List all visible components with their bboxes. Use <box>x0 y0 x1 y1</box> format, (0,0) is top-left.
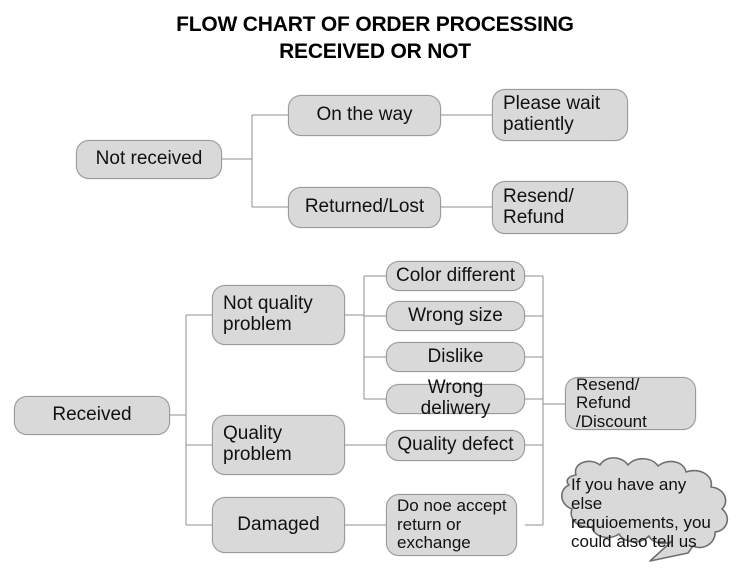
node-label: Dislike <box>427 345 484 367</box>
node-resend-refund-discount[interactable]: Resend/ Refund /Discount <box>565 374 696 431</box>
node-label: Resend/ Refund /Discount <box>576 374 647 431</box>
node-received[interactable]: Received <box>14 396 170 435</box>
page-title: FLOW CHART OF ORDER PROCESSING RECEIVED … <box>0 12 750 66</box>
node-wrong-deliwery[interactable]: Wrong deliwery <box>386 378 525 419</box>
node-label: Do noe accept return or exchange <box>397 496 507 553</box>
node-label: Color different <box>396 264 515 286</box>
node-label: Resend/ Refund <box>503 185 574 228</box>
node-label: Not quality problem <box>223 293 313 335</box>
node-label: Returned/Lost <box>304 196 425 218</box>
node-label: On the way <box>316 104 413 126</box>
callout-bubble[interactable]: If you have any else requioements, you c… <box>552 457 748 565</box>
node-not-received[interactable]: Not received <box>76 140 222 179</box>
node-returned-lost[interactable]: Returned/Lost <box>288 187 441 228</box>
node-label: Quality problem <box>223 423 292 465</box>
node-not-quality-problem[interactable]: Not quality problem <box>212 285 345 345</box>
node-resend-refund[interactable]: Resend/ Refund <box>492 181 628 234</box>
node-label: Please wait patiently <box>503 93 601 135</box>
node-label: Received <box>52 404 132 426</box>
node-wrong-size[interactable]: Wrong size <box>386 301 525 331</box>
node-quality-problem[interactable]: Quality problem <box>212 415 345 475</box>
node-label: Not received <box>95 148 203 170</box>
node-quality-defect[interactable]: Quality defect <box>386 430 525 461</box>
node-label: Damaged <box>237 513 320 535</box>
title-line-1: FLOW CHART OF ORDER PROCESSING <box>176 13 574 36</box>
flowchart-canvas: FLOW CHART OF ORDER PROCESSING RECEIVED … <box>0 0 750 570</box>
node-label: Wrong deliwery <box>420 377 491 419</box>
callout-text: If you have any else requioements, you c… <box>571 475 711 552</box>
node-do-noe-accept-return-or-exchange[interactable]: Do noe accept return or exchange <box>386 494 517 556</box>
node-label: Quality defect <box>397 434 514 456</box>
node-damaged[interactable]: Damaged <box>212 497 345 553</box>
title-line-2: RECEIVED OR NOT <box>279 39 471 63</box>
node-please-wait-patiently[interactable]: Please wait patiently <box>492 89 628 141</box>
node-label: Wrong size <box>408 304 503 326</box>
node-on-the-way[interactable]: On the way <box>288 95 441 136</box>
node-color-different[interactable]: Color different <box>386 261 525 291</box>
node-dislike[interactable]: Dislike <box>386 342 525 372</box>
